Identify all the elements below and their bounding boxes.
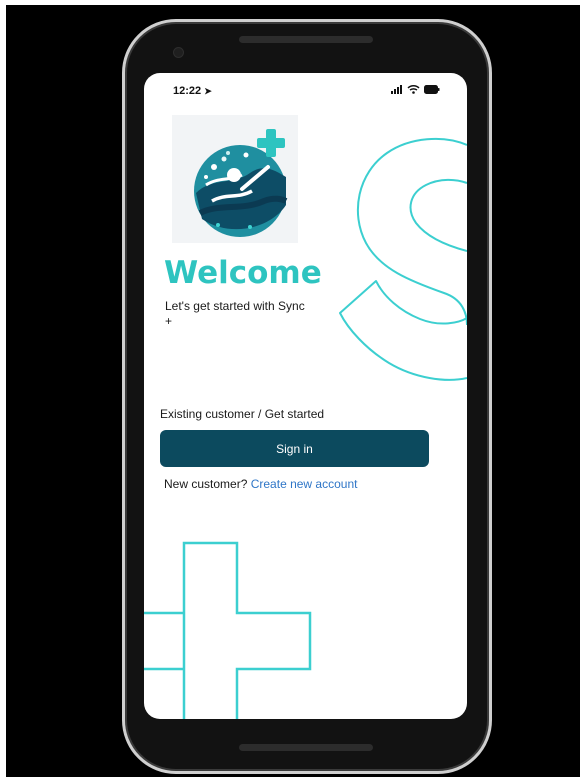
existing-customer-label: Existing customer / Get started <box>160 407 325 421</box>
front-camera <box>173 47 184 58</box>
swimmer-with-plus-icon <box>194 129 288 237</box>
wifi-icon <box>407 85 420 94</box>
phone-screen: 12:22 ➤ Welcome Let's get started with S… <box>144 73 467 719</box>
create-account-link[interactable]: Create new account <box>251 477 358 491</box>
battery-icon <box>424 85 440 94</box>
top-speaker <box>239 36 373 43</box>
bottom-speaker <box>239 744 373 751</box>
app-logo <box>172 115 298 243</box>
status-icons <box>391 85 440 94</box>
plus-outline-shape <box>144 541 312 719</box>
welcome-subtitle: Let's get started with Sync + <box>165 299 305 328</box>
status-time: 12:22 ➤ <box>173 85 212 97</box>
welcome-title: Welcome <box>164 255 322 291</box>
new-customer-row: New customer? Create new account <box>164 477 357 491</box>
signal-icon <box>391 85 402 94</box>
location-arrow-icon: ➤ <box>204 86 212 96</box>
s-outline-shape <box>339 137 467 381</box>
sign-in-button[interactable]: Sign in <box>160 430 429 467</box>
status-time-text: 12:22 <box>173 85 202 97</box>
new-customer-text: New customer? <box>164 477 248 491</box>
